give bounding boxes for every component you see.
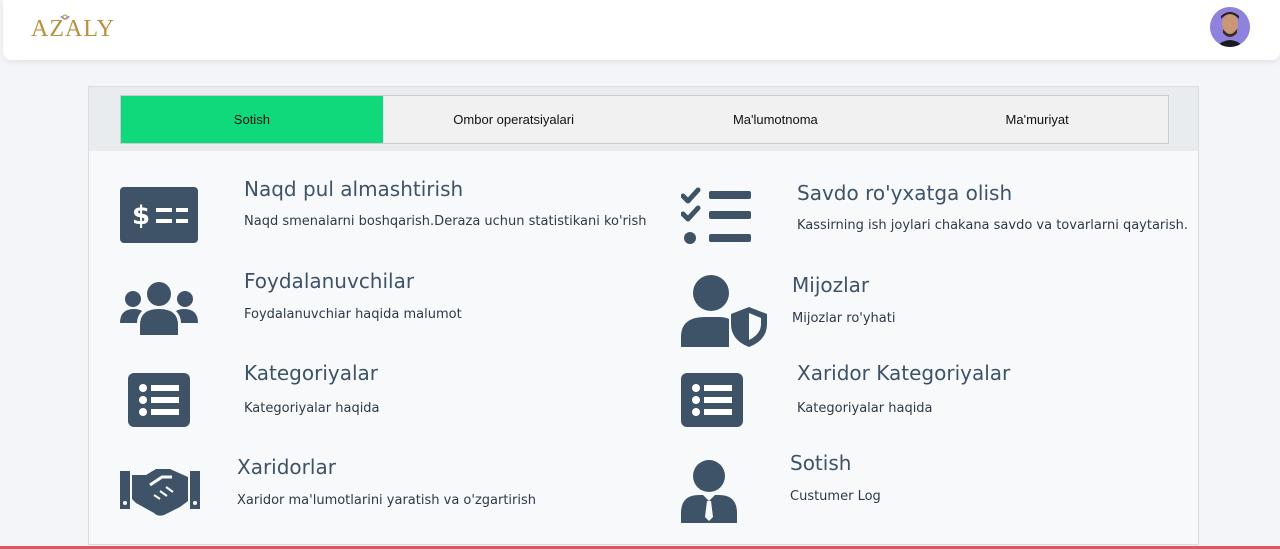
main-panel: Sotish Ombor operatsiyalari Ma'lumotnoma…: [88, 86, 1199, 545]
tab-ombor-operatsiyalari[interactable]: Ombor operatsiyalari: [383, 96, 645, 143]
card-description: Foydalanuvchiar haqida malumot: [244, 307, 462, 322]
tab-bar: Sotish Ombor operatsiyalari Ma'lumotnoma…: [89, 87, 1198, 151]
tab-mamuriyat[interactable]: Ma'muriyat: [906, 96, 1168, 143]
avatar[interactable]: [1210, 7, 1250, 47]
top-bar: AZALY: [3, 0, 1280, 60]
list-icon: [128, 373, 190, 427]
user-tie-icon: [681, 460, 737, 523]
card-xaridorlar[interactable]: Xaridorlar Xaridor ma'lumotlarini yarati…: [89, 455, 629, 535]
card-description: Naqd smenalarni boshqarish.Deraza uchun …: [244, 214, 647, 229]
card-title: Kategoriyalar: [244, 361, 379, 385]
card-naqd-pul[interactable]: $ Naqd pul almashtirish Naqd smenalarni …: [89, 177, 647, 257]
card-description: Kategoriyalar haqida: [797, 401, 933, 416]
card-sotish[interactable]: Sotish Custumer Log: [649, 451, 1189, 531]
card-kategoriyalar[interactable]: Kategoriyalar Kategoriyalar haqida: [89, 361, 629, 443]
card-xaridor-kategoriyalar[interactable]: Xaridor Kategoriyalar Kategoriyalar haqi…: [649, 361, 1189, 443]
card-savdo[interactable]: Savdo ro'yxatga olish Kassirning ish joy…: [649, 177, 1189, 257]
card-title: Foydalanuvchilar: [244, 269, 415, 293]
logo-text: AZALY: [31, 16, 115, 42]
card-title: Naqd pul almashtirish: [244, 177, 464, 201]
tab-sotish[interactable]: Sotish: [121, 96, 383, 143]
card-title: Sotish: [790, 451, 852, 475]
users-icon: [120, 282, 198, 335]
card-title: Xaridor Kategoriyalar: [797, 361, 1011, 385]
handshake-icon: [120, 469, 200, 516]
card-description: Kategoriyalar haqida: [244, 401, 380, 416]
card-mijozlar[interactable]: Mijozlar Mijozlar ro'yhati: [649, 273, 1189, 353]
card-title: Savdo ro'yxatga olish: [797, 181, 1013, 205]
card-description: Kassirning ish joylari chakana savdo va …: [797, 218, 1189, 233]
card-description: Mijozlar ro'yhati: [792, 311, 896, 326]
tab-malumotnoma[interactable]: Ma'lumotnoma: [645, 96, 907, 143]
svg-text:$: $: [132, 201, 150, 231]
card-title: Mijozlar: [792, 273, 870, 297]
cash-icon: $: [120, 187, 198, 243]
tabs: Sotish Ombor operatsiyalari Ma'lumotnoma…: [120, 95, 1169, 144]
list-icon: [681, 373, 743, 427]
user-shield-icon: [681, 275, 767, 347]
card-description: Xaridor ma'lumotlarini yaratish va o'zga…: [237, 493, 537, 508]
card-description: Custumer Log: [790, 489, 881, 504]
card-foydalanuvchilar[interactable]: Foydalanuvchilar Foydalanuvchiar haqida …: [89, 269, 629, 349]
card-title: Xaridorlar: [237, 455, 336, 479]
checklist-icon: [681, 187, 751, 244]
